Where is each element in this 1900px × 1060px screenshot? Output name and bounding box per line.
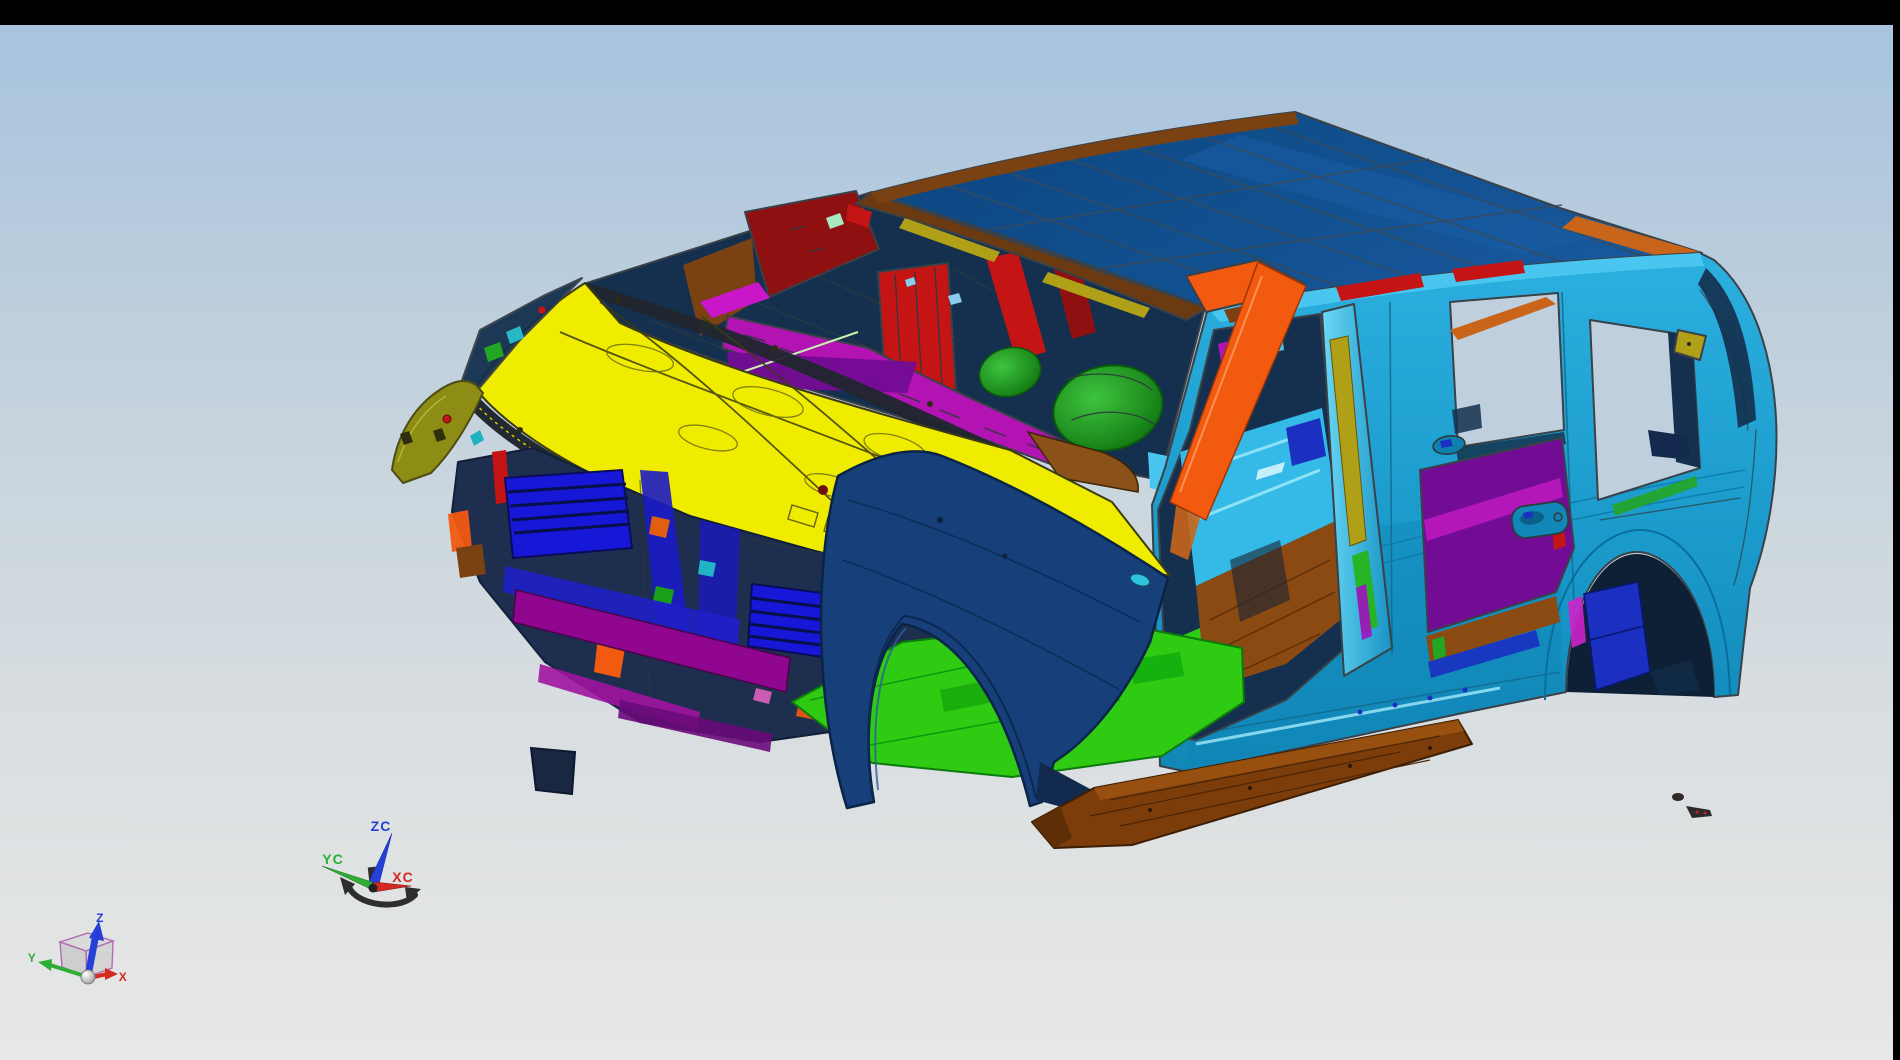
rocker-plug — [1358, 710, 1363, 715]
hood-hole — [927, 401, 933, 407]
board-bolt — [1148, 808, 1152, 812]
rocker-plug — [1428, 696, 1433, 701]
clip-cyan-bit[interactable] — [698, 560, 716, 577]
loose-clip[interactable] — [1672, 793, 1684, 801]
tip-teal-sliver[interactable] — [470, 430, 484, 446]
wcs-z-label: ZC — [371, 818, 392, 834]
top-bar — [0, 0, 1900, 25]
wcs-origin[interactable] — [369, 884, 378, 893]
abs-y-label: Y — [28, 951, 37, 965]
rear-green-sliver[interactable] — [1432, 636, 1446, 660]
grille-louvre-left[interactable] — [505, 470, 632, 558]
fender-hole — [1003, 554, 1008, 559]
clip-orange-bit[interactable] — [448, 510, 472, 552]
front-step[interactable] — [531, 748, 575, 794]
right-edge-bar — [1893, 0, 1900, 1060]
loose-parts[interactable] — [1672, 793, 1712, 818]
application-window: ZC XC YC Z X Y — [0, 0, 1900, 1060]
tip-red-dot[interactable] — [443, 415, 451, 423]
absolute-triad[interactable]: Z X Y — [28, 911, 128, 984]
abs-x-label: X — [119, 970, 128, 984]
wcs-triad[interactable]: ZC XC YC — [322, 818, 421, 905]
rocker-plug — [1393, 703, 1398, 708]
abs-origin-sphere[interactable] — [81, 970, 95, 984]
base-red-dot[interactable] — [539, 307, 546, 314]
abs-y-arrowhead — [38, 959, 52, 971]
board-bolt — [1428, 746, 1432, 750]
rocker-plug — [1463, 688, 1468, 693]
hood-latch[interactable] — [818, 485, 828, 495]
lock-hole[interactable] — [1554, 513, 1562, 521]
car-model[interactable] — [392, 112, 1776, 848]
board-bolt — [1248, 786, 1252, 790]
wcs-z-axis[interactable] — [367, 833, 392, 888]
abs-z-label: Z — [96, 911, 104, 925]
abs-x-arrowhead — [105, 968, 118, 980]
board-bolt — [1348, 764, 1352, 768]
hood-hole — [615, 297, 621, 303]
loose-bracket-dot — [1704, 812, 1707, 815]
wcs-y-label: YC — [322, 851, 343, 867]
tag-hole — [1687, 342, 1691, 346]
hood-hole — [517, 427, 523, 433]
fender-hole — [937, 517, 943, 523]
loose-bracket[interactable] — [1686, 806, 1712, 818]
wcs-x-label: XC — [392, 869, 413, 885]
wheelhouse-box[interactable] — [1584, 582, 1650, 690]
clip-brown-patch[interactable] — [456, 544, 486, 578]
hood-hole — [772, 345, 778, 351]
model-canvas[interactable]: ZC XC YC Z X Y — [0, 0, 1900, 1060]
loose-bracket-dot — [1696, 811, 1699, 814]
